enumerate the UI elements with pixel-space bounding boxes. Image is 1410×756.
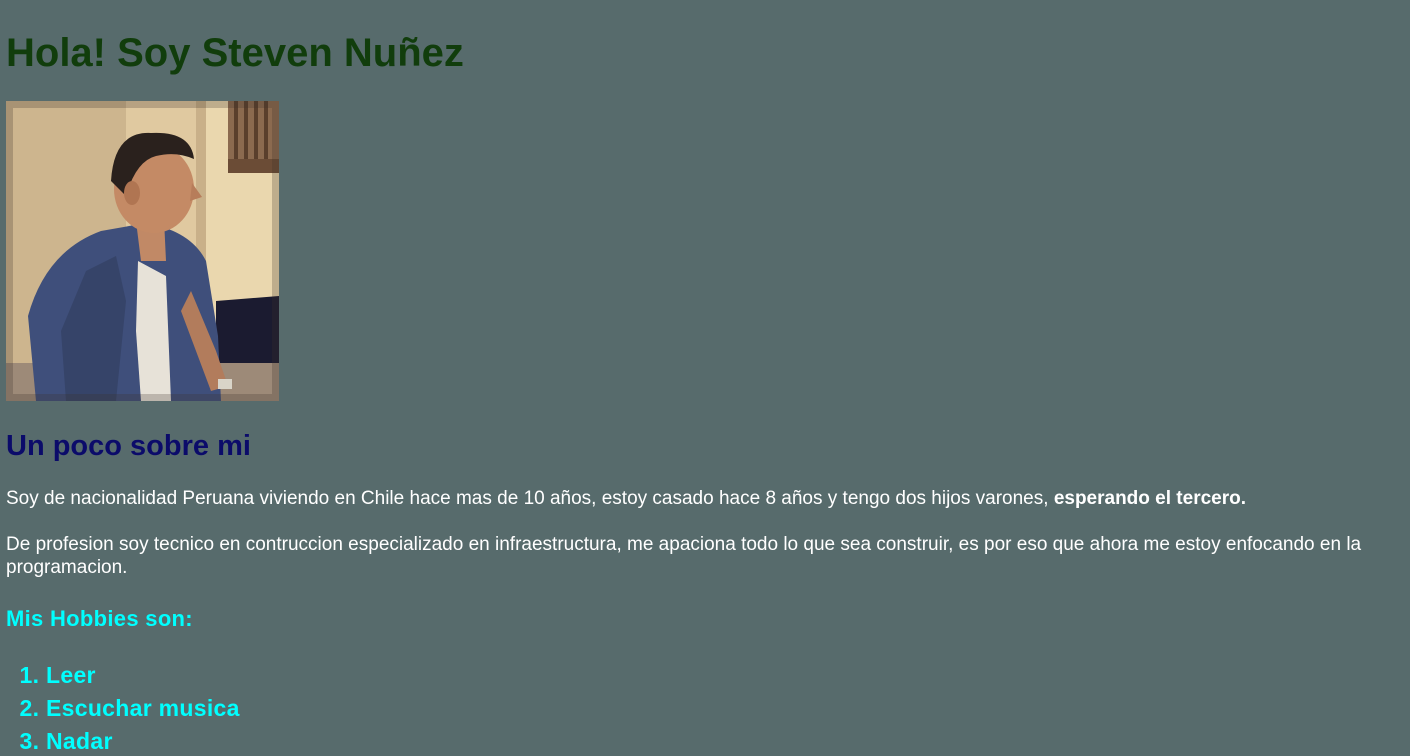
page-title: Hola! Soy Steven Nuñez [6,31,464,75]
about-heading: Un poco sobre mi [6,430,251,462]
about-paragraph-1-bold: esperando el tercero. [1053,488,1247,509]
hobby-item-leer: Leer [46,659,1410,692]
hobbies-heading: Mis Hobbies son: [6,606,193,631]
page: Hola! Soy Steven Nuñez Un poco sobre mi … [0,0,1410,756]
about-paragraph-2: De profesion soy tecnico en contruccion … [6,534,1362,578]
hobby-item-nadar: Nadar [46,725,1410,756]
hobbies-list: Leer Escuchar musica Nadar [6,659,1410,756]
hobby-item-escuchar-musica: Escuchar musica [46,692,1410,725]
profile-photo [6,101,279,401]
about-paragraph-1: Soy de nacionalidad Peruana viviendo en … [6,487,1410,510]
about-paragraph-1-text: Soy de nacionalidad Peruana viviendo en … [6,488,1054,509]
